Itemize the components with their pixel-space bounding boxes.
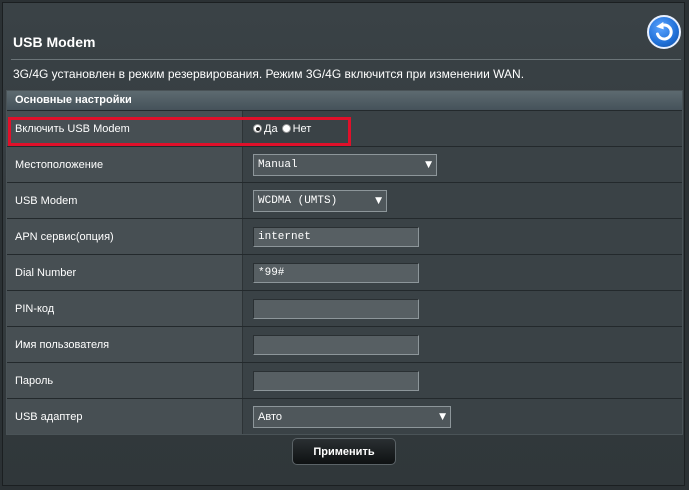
usb-modem-selected: WCDMA (UMTS)	[258, 194, 338, 207]
apn-value: internet	[243, 219, 682, 254]
dial-value: *99#	[243, 255, 682, 290]
page-title: USB Modem	[13, 34, 96, 50]
row-pin: PIN-код	[7, 290, 682, 326]
location-select[interactable]: Manual ▼	[253, 153, 437, 176]
password-label: Пароль	[7, 363, 243, 398]
pin-value	[243, 291, 682, 326]
adapter-selected: Авто	[258, 410, 282, 423]
dial-label: Dial Number	[7, 255, 243, 290]
enable-label: Включить USB Modem	[7, 111, 243, 146]
row-usb-modem: USB Modem WCDMA (UMTS) ▼	[7, 182, 682, 218]
back-button[interactable]	[647, 15, 681, 49]
row-dial-number: Dial Number *99#	[7, 254, 682, 290]
row-username: Имя пользователя	[7, 326, 682, 362]
enable-radio-group: Да Нет	[253, 123, 315, 135]
mode-description: 3G/4G установлен в режим резервирования.…	[13, 67, 525, 81]
radio-no-label[interactable]: Нет	[293, 123, 312, 135]
chevron-down-icon: ▼	[375, 195, 382, 206]
usb-modem-label: USB Modem	[7, 183, 243, 218]
adapter-label: USB адаптер	[7, 399, 243, 434]
radio-yes[interactable]	[253, 124, 262, 133]
chevron-down-icon: ▼	[439, 411, 446, 422]
settings-table: Основные настройки Включить USB Modem Да…	[6, 90, 683, 435]
pin-input[interactable]	[253, 298, 419, 319]
location-label: Местоположение	[7, 147, 243, 182]
back-arrow-icon	[656, 21, 673, 41]
enable-value: Да Нет	[243, 111, 682, 146]
apn-label: APN сервис(опция)	[7, 219, 243, 254]
row-apn: APN сервис(опция) internet	[7, 218, 682, 254]
username-input[interactable]	[253, 334, 419, 355]
section-header: Основные настройки	[7, 91, 682, 110]
location-value: Manual ▼	[243, 147, 682, 182]
password-input[interactable]	[253, 370, 419, 391]
row-password: Пароль	[7, 362, 682, 398]
dial-input[interactable]: *99#	[253, 262, 419, 283]
location-selected: Manual	[258, 158, 298, 171]
row-location: Местоположение Manual ▼	[7, 146, 682, 182]
row-usb-adapter: USB адаптер Авто ▼	[7, 398, 682, 434]
username-value	[243, 327, 682, 362]
row-enable-usb-modem: Включить USB Modem Да Нет	[7, 110, 682, 146]
adapter-value: Авто ▼	[243, 399, 682, 434]
apn-input[interactable]: internet	[253, 226, 419, 247]
pin-label: PIN-код	[7, 291, 243, 326]
chevron-down-icon: ▼	[425, 159, 432, 170]
apply-button[interactable]: Применить	[292, 438, 396, 465]
username-label: Имя пользователя	[7, 327, 243, 362]
radio-yes-label[interactable]: Да	[264, 123, 278, 135]
password-value	[243, 363, 682, 398]
usb-modem-select[interactable]: WCDMA (UMTS) ▼	[253, 189, 387, 212]
title-divider	[11, 59, 681, 60]
radio-no[interactable]	[281, 124, 291, 133]
usb-modem-value: WCDMA (UMTS) ▼	[243, 183, 682, 218]
adapter-select[interactable]: Авто ▼	[253, 405, 451, 428]
